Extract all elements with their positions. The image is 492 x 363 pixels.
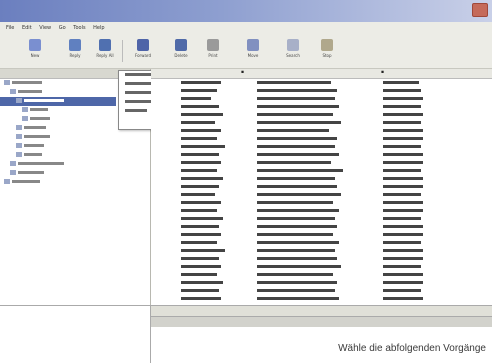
column-header-subject[interactable]: ▪	[241, 70, 244, 75]
table-row[interactable]	[151, 159, 492, 167]
table-row[interactable]	[151, 183, 492, 191]
folder-icon	[16, 152, 22, 157]
move-button[interactable]: Move	[240, 38, 266, 64]
table-row[interactable]	[151, 199, 492, 207]
table-row[interactable]	[151, 87, 492, 95]
application-window: File Edit View Go Tools Help New Reply R…	[0, 0, 492, 363]
forward-icon	[137, 39, 149, 51]
search-button[interactable]: Search	[280, 38, 306, 64]
delete-icon	[175, 39, 187, 51]
reply-icon	[69, 39, 81, 51]
menu-file[interactable]: File	[6, 22, 14, 34]
message-rows	[151, 79, 492, 303]
folder-item[interactable]	[0, 142, 150, 151]
table-row[interactable]	[151, 295, 492, 303]
table-row[interactable]	[151, 127, 492, 135]
table-row[interactable]	[151, 247, 492, 255]
toolbar-separator	[122, 40, 123, 62]
folder-icon	[22, 116, 28, 121]
folder-item-selected[interactable]	[0, 97, 116, 106]
folder-icon	[10, 161, 16, 166]
reply-all-button[interactable]: Reply All	[92, 38, 118, 64]
message-list-header: ▪ ▪	[151, 69, 492, 79]
table-row[interactable]	[151, 191, 492, 199]
folder-item[interactable]	[0, 160, 150, 169]
column-header-date[interactable]: ▪	[381, 70, 384, 75]
table-row[interactable]	[151, 119, 492, 127]
message-list: ▪ ▪	[151, 69, 492, 354]
folder-item[interactable]	[0, 178, 150, 187]
folder-icon	[4, 179, 10, 184]
table-row[interactable]	[151, 103, 492, 111]
new-icon	[29, 39, 41, 51]
folder-item[interactable]	[0, 169, 150, 178]
delete-button[interactable]: Delete	[168, 38, 194, 64]
table-row[interactable]	[151, 111, 492, 119]
menu-edit[interactable]: Edit	[22, 22, 32, 34]
move-icon	[247, 39, 259, 51]
forward-button[interactable]: Forward	[130, 38, 156, 64]
menu-help[interactable]: Help	[93, 22, 104, 34]
table-row[interactable]	[151, 175, 492, 183]
table-row[interactable]	[151, 223, 492, 231]
toolbar: New Reply Reply All Forward Delete Print…	[0, 34, 492, 69]
reply-all-icon	[99, 39, 111, 51]
table-row[interactable]	[151, 167, 492, 175]
overlay-caption: Wähle die abfolgenden Vorgänge	[338, 343, 486, 354]
table-row[interactable]	[151, 263, 492, 271]
title-bar	[0, 0, 492, 22]
menu-bar: File Edit View Go Tools Help	[0, 22, 492, 34]
print-button[interactable]: Print	[200, 38, 226, 64]
folder-icon	[16, 134, 22, 139]
table-row[interactable]	[151, 231, 492, 239]
menu-go[interactable]: Go	[59, 22, 66, 34]
folder-icon	[22, 107, 28, 112]
folder-icon	[10, 170, 16, 175]
table-row[interactable]	[151, 207, 492, 215]
folder-icon	[16, 143, 22, 148]
bottom-left-pane	[0, 306, 151, 363]
table-row[interactable]	[151, 287, 492, 295]
table-row[interactable]	[151, 215, 492, 223]
search-icon	[287, 39, 299, 51]
stop-button[interactable]: Stop	[314, 38, 340, 64]
menu-view[interactable]: View	[39, 22, 51, 34]
close-icon[interactable]	[472, 3, 488, 17]
menu-tools[interactable]: Tools	[73, 22, 85, 34]
folder-icon	[10, 89, 16, 94]
folder-icon	[16, 125, 22, 130]
table-row[interactable]	[151, 239, 492, 247]
folder-icon	[4, 80, 10, 85]
folder-item[interactable]	[0, 151, 150, 160]
table-row[interactable]	[151, 79, 492, 87]
folder-icon	[16, 98, 22, 103]
table-row[interactable]	[151, 151, 492, 159]
print-icon	[207, 39, 219, 51]
table-row[interactable]	[151, 95, 492, 103]
table-row[interactable]	[151, 271, 492, 279]
table-row[interactable]	[151, 143, 492, 151]
table-row[interactable]	[151, 279, 492, 287]
stop-icon	[321, 39, 333, 51]
folder-item[interactable]	[0, 133, 150, 142]
table-row[interactable]	[151, 255, 492, 263]
table-row[interactable]	[151, 135, 492, 143]
new-button[interactable]: New	[22, 38, 48, 64]
reply-button[interactable]: Reply	[62, 38, 88, 64]
